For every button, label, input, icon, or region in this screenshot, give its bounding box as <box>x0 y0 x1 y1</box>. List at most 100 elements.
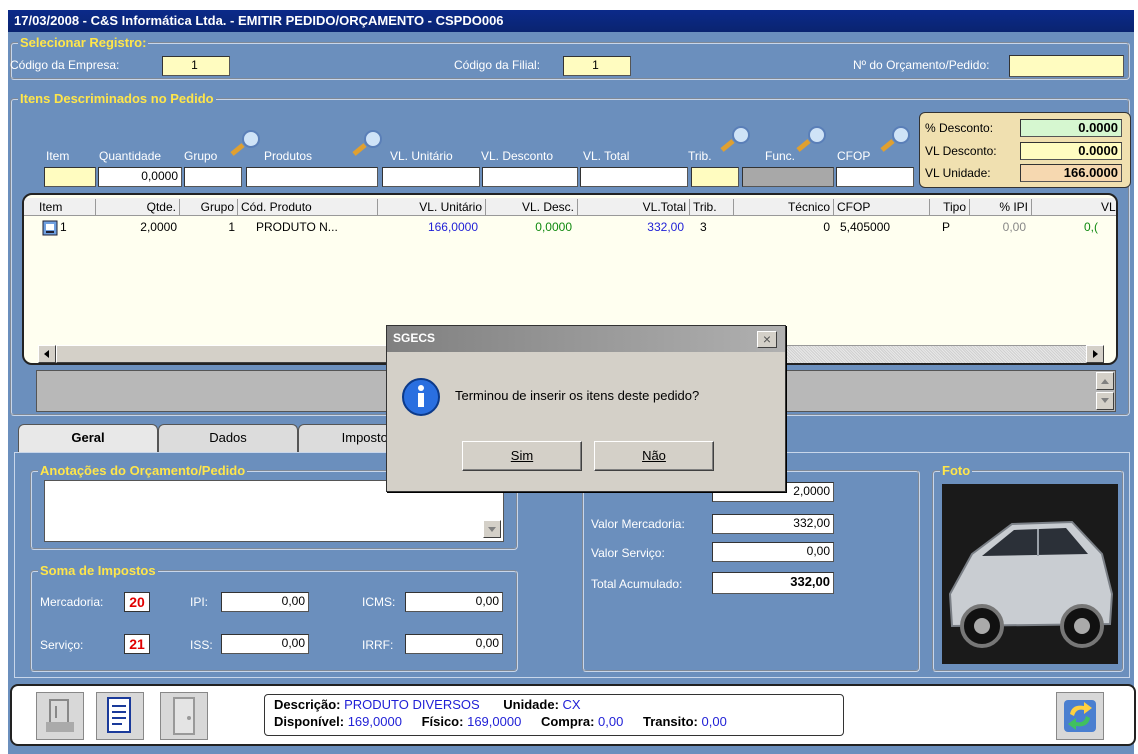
col-item[interactable]: Item <box>36 199 96 215</box>
func-field-label: Func. <box>765 149 796 163</box>
unidade-label: Unidade: <box>503 697 559 712</box>
scroll-thumb[interactable] <box>56 345 396 363</box>
vl-unitario-input[interactable] <box>382 167 480 187</box>
vl-desconto-value[interactable]: 0.0000 <box>1020 142 1122 160</box>
iss-label: ISS: <box>190 638 213 652</box>
vl-total-input[interactable] <box>580 167 688 187</box>
mercadoria-code-badge: 20 <box>124 592 150 612</box>
col-tecnico[interactable]: Técnico <box>734 199 834 215</box>
total-acumulado-value[interactable]: 332,00 <box>712 572 834 594</box>
servico-code-badge: 21 <box>124 634 150 654</box>
col-vl-total[interactable]: VL.Total <box>578 199 690 215</box>
col-cfop[interactable]: CFOP <box>834 199 930 215</box>
tab-geral[interactable]: Geral <box>18 424 158 452</box>
row-tecnico[interactable]: 0 <box>734 219 830 235</box>
col-trib[interactable]: Trib. <box>690 199 734 215</box>
cfop-search-icon[interactable] <box>878 124 914 154</box>
row-total[interactable]: 332,00 <box>578 219 684 235</box>
anotacoes-title: Anotações do Orçamento/Pedido <box>38 463 248 478</box>
col-ipi[interactable]: % IPI <box>970 199 1032 215</box>
calculator-icon <box>46 699 74 732</box>
row-cfop[interactable]: 5,405000 <box>840 219 890 235</box>
produtos-search-icon[interactable] <box>350 128 386 158</box>
vl-desconto-label: VL Desconto: <box>925 144 997 158</box>
col-vl-unitario[interactable]: VL. Unitário <box>378 199 486 215</box>
col-vl-ii[interactable]: VL. II <box>1032 199 1116 215</box>
item-field-label: Item <box>46 149 70 163</box>
soma-impostos-group: Soma de Impostos <box>30 563 518 672</box>
trib-field-label: Trib. <box>688 149 712 163</box>
transito-label: Transito: <box>642 714 698 729</box>
valor-servico-value[interactable]: 0,00 <box>712 542 834 562</box>
soma-mercadoria-label: Mercadoria: <box>40 595 104 609</box>
soma-servico-label: Serviço: <box>40 638 84 652</box>
produtos-field-label: Produtos <box>264 149 313 163</box>
dialog-no-button[interactable]: Não <box>594 441 714 471</box>
iss-value[interactable]: 0,00 <box>221 634 309 654</box>
quantidade-input[interactable]: 0,0000 <box>98 167 182 187</box>
func-search-icon[interactable] <box>794 124 830 154</box>
tab-dados[interactable]: Dados <box>158 424 298 452</box>
trib-input[interactable] <box>691 167 739 187</box>
col-qtde[interactable]: Qtde. <box>96 199 180 215</box>
dialog-message: Terminou de inserir os itens deste pedid… <box>455 388 700 403</box>
row-unitario[interactable]: 166,0000 <box>378 219 478 235</box>
disponivel-value: 169,0000 <box>347 714 402 729</box>
cfop-field-label: CFOP <box>837 149 871 163</box>
produtos-input[interactable] <box>246 167 378 187</box>
numero-pedido-label: Nº do Orçamento/Pedido: <box>853 58 990 72</box>
dialog-no-label: Não <box>642 448 666 463</box>
dialog-title: SGECS <box>393 331 436 345</box>
row-item-icon <box>42 220 58 236</box>
grupo-search-icon[interactable] <box>228 128 264 158</box>
codigo-empresa-label: Código da Empresa: <box>10 58 120 72</box>
compra-value: 0,00 <box>598 714 624 729</box>
row-trib[interactable]: 3 <box>700 219 707 235</box>
irrf-value[interactable]: 0,00 <box>405 634 503 654</box>
row-item[interactable]: 1 <box>60 219 67 235</box>
scroll-left-arrow-icon <box>44 350 49 358</box>
icms-value[interactable]: 0,00 <box>405 592 503 612</box>
document-icon <box>107 697 131 733</box>
dialog-yes-button[interactable]: Sim <box>462 441 582 471</box>
codigo-empresa-input[interactable]: 1 <box>162 56 230 76</box>
vl-desconto-input[interactable] <box>482 167 578 187</box>
memo-up-arrow-icon <box>1101 379 1109 384</box>
numero-pedido-input[interactable] <box>1009 55 1124 77</box>
col-vl-desc[interactable]: VL. Desc. <box>486 199 578 215</box>
ipi-value[interactable]: 0,00 <box>221 592 309 612</box>
item-input[interactable] <box>44 167 96 187</box>
vl-unidade-label: VL Unidade: <box>925 166 991 180</box>
memo-down-arrow-icon <box>1101 398 1109 403</box>
window-title: 17/03/2008 - C&S Informática Ltda. - EMI… <box>8 10 1134 32</box>
trib-search-icon[interactable] <box>718 124 754 154</box>
anotacoes-down-arrow-icon <box>488 527 496 532</box>
grupo-input[interactable] <box>184 167 242 187</box>
row-desc[interactable]: 0,0000 <box>486 219 572 235</box>
row-tipo[interactable]: P <box>932 219 960 235</box>
ipi-label: IPI: <box>190 595 209 609</box>
col-tipo[interactable]: Tipo <box>930 199 970 215</box>
row-grupo[interactable]: 1 <box>180 219 235 235</box>
status-line-2: Disponível: 169,0000 Físico: 169,0000 Co… <box>274 714 727 729</box>
fisico-label: Físico: <box>421 714 464 729</box>
transito-value: 0,00 <box>701 714 727 729</box>
codigo-filial-input[interactable]: 1 <box>563 56 631 76</box>
confirm-dialog: SGECS × Terminou de inserir os itens des… <box>386 325 786 492</box>
row-ipi[interactable]: 0,00 <box>970 219 1026 235</box>
valor-mercadoria-value[interactable]: 332,00 <box>712 514 834 534</box>
cfop-input[interactable] <box>836 167 914 187</box>
irrf-label: IRRF: <box>362 638 394 652</box>
pct-desconto-input[interactable]: 0.0000 <box>1020 119 1122 137</box>
dialog-yes-label: Sim <box>510 448 534 463</box>
vl-unidade-value[interactable]: 166.0000 <box>1020 164 1122 182</box>
total-acumulado-label: Total Acumulado: <box>591 577 683 591</box>
dialog-close-button[interactable]: × <box>757 331 777 348</box>
func-input[interactable] <box>742 167 834 187</box>
row-qtde[interactable]: 2,0000 <box>96 219 177 235</box>
valor-mercadoria-label: Valor Mercadoria: <box>591 517 685 531</box>
row-vl-ii[interactable]: 0,( <box>1084 219 1098 235</box>
col-grupo[interactable]: Grupo <box>180 199 238 215</box>
col-cod-produto[interactable]: Cód. Produto <box>238 199 378 215</box>
row-produto[interactable]: PRODUTO N... <box>256 219 338 235</box>
